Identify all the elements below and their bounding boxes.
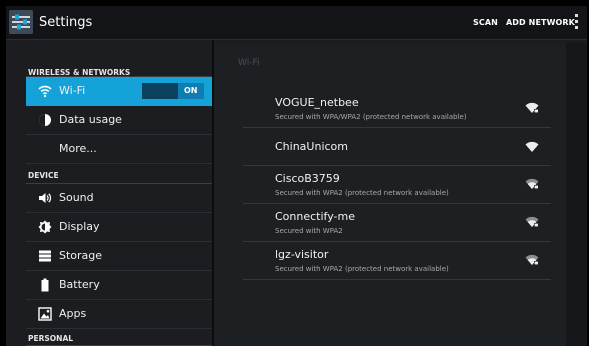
sidebar-item-label: Wi-Fi — [59, 84, 86, 97]
data-usage-icon — [39, 114, 51, 126]
wifi-pane-title: Wi-Fi — [238, 58, 260, 68]
wifi-toggle[interactable]: ON — [142, 83, 204, 99]
brightness-icon — [38, 220, 52, 234]
network-security: Secured with WPA2 (protected network ava… — [275, 265, 449, 273]
storage-icon — [39, 250, 51, 262]
network-ssid: CiscoB3759 — [275, 172, 340, 185]
action-bar: Settings SCAN ADD NETWORK — [6, 6, 587, 40]
network-ssid: VOGUE_netbee — [275, 96, 359, 109]
wifi-signal-lock-icon — [525, 254, 539, 265]
sidebar-item-label: Storage — [59, 249, 103, 262]
sidebar-item-label: Apps — [59, 307, 87, 320]
wifi-icon — [38, 85, 52, 98]
add-network-button[interactable]: ADD NETWORK — [506, 18, 575, 27]
wifi-signal-icon — [525, 141, 539, 152]
network-row[interactable]: ChinaUnicom — [243, 128, 551, 166]
sidebar-item-data-usage[interactable]: Data usage — [26, 106, 212, 135]
sidebar-item-label: Display — [59, 220, 100, 233]
sidebar-item-more[interactable]: More... — [26, 135, 212, 164]
network-ssid: Connectify-me — [275, 210, 355, 223]
network-ssid: ChinaUnicom — [275, 140, 348, 153]
sidebar-item-apps[interactable]: Apps — [26, 300, 212, 329]
scan-button[interactable]: SCAN — [473, 18, 498, 27]
speaker-icon — [39, 193, 52, 203]
sidebar-item-wifi[interactable]: Wi-Fi ON — [26, 77, 212, 106]
network-row[interactable]: CiscoB3759 Secured with WPA2 (protected … — [243, 166, 551, 204]
settings-sidebar: WIRELESS & NETWORKS Wi-Fi ON Data usage … — [6, 40, 212, 346]
sidebar-item-storage[interactable]: Storage — [26, 242, 212, 271]
network-security: Secured with WPA2 — [275, 227, 343, 235]
wifi-toggle-state: ON — [184, 86, 198, 95]
sidebar-item-label: Data usage — [59, 113, 122, 126]
right-margin — [566, 43, 587, 346]
network-row[interactable]: Connectify-me Secured with WPA2 — [243, 204, 551, 242]
sidebar-item-display[interactable]: Display — [26, 213, 212, 242]
network-security: Secured with WPA2 (protected network ava… — [275, 189, 449, 197]
network-row[interactable]: VOGUE_netbee Secured with WPA/WPA2 (prot… — [243, 90, 551, 128]
app-title: Settings — [39, 15, 93, 30]
settings-app-icon[interactable] — [9, 10, 33, 34]
network-ssid: lgz-visitor — [275, 248, 329, 261]
sidebar-item-label: Battery — [59, 278, 100, 291]
sidebar-item-label: Sound — [59, 191, 94, 204]
wifi-signal-lock-icon — [525, 178, 539, 189]
network-row[interactable]: lgz-visitor Secured with WPA2 (protected… — [243, 242, 551, 280]
section-header-personal: PERSONAL — [6, 329, 212, 346]
sidebar-item-sound[interactable]: Sound — [26, 184, 212, 213]
section-header-wireless: WIRELESS & NETWORKS — [6, 57, 212, 77]
network-security: Secured with WPA/WPA2 (protected network… — [275, 113, 467, 121]
content-area: WIRELESS & NETWORKS Wi-Fi ON Data usage … — [6, 40, 587, 346]
apps-icon — [38, 307, 52, 321]
wifi-pane: Wi-Fi VOGUE_netbee Secured with WPA/WPA2… — [214, 43, 566, 346]
battery-icon — [41, 278, 49, 292]
sidebar-item-label: More... — [59, 142, 97, 155]
settings-window: Settings SCAN ADD NETWORK WIRELESS & NET… — [6, 6, 587, 346]
section-header-device: DEVICE — [6, 164, 212, 184]
sidebar-item-battery[interactable]: Battery — [26, 271, 212, 300]
wifi-signal-lock-icon — [525, 216, 539, 227]
overflow-menu-icon[interactable] — [574, 14, 580, 32]
wifi-signal-lock-icon — [525, 102, 539, 113]
